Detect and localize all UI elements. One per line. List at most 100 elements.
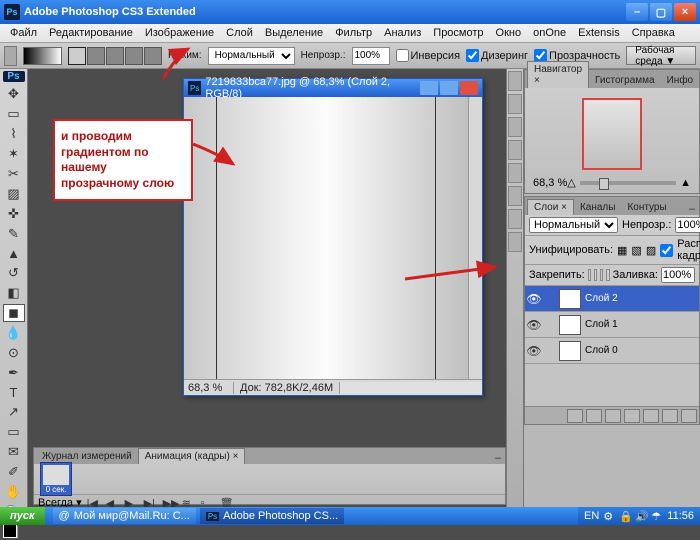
move-tool[interactable]: ✥ <box>3 85 25 103</box>
menu-onone[interactable]: onOne <box>527 27 572 39</box>
dock-icon[interactable] <box>508 232 522 252</box>
eraser-tool[interactable]: ◧ <box>3 284 25 302</box>
lang-indicator[interactable]: EN <box>584 510 599 522</box>
layer-style-button[interactable] <box>586 409 602 423</box>
nav-zoom-in[interactable]: ▲ <box>680 177 691 189</box>
crop-tool[interactable]: ✂ <box>3 165 25 183</box>
tab-animation[interactable]: Анимация (кадры) × <box>138 448 246 464</box>
tray-icon[interactable]: 🔊 <box>635 510 647 522</box>
lasso-tool[interactable]: ⌇ <box>3 125 25 143</box>
gradient-radial[interactable] <box>87 47 105 65</box>
type-tool[interactable]: T <box>3 384 25 401</box>
document-canvas[interactable] <box>184 97 468 379</box>
tray-icon[interactable]: ⚙ <box>603 510 615 522</box>
shape-tool[interactable]: ▭ <box>3 423 25 441</box>
dock-icon[interactable] <box>508 117 522 137</box>
layers-collapse[interactable]: – <box>685 203 699 215</box>
menu-analysis[interactable]: Анализ <box>378 27 427 39</box>
menu-window[interactable]: Окно <box>490 27 528 39</box>
menu-help[interactable]: Справка <box>626 27 681 39</box>
gradient-tool[interactable]: ◼ <box>3 304 25 322</box>
dock-icon[interactable] <box>508 209 522 229</box>
layer-thumb[interactable] <box>559 341 581 361</box>
dock-icon[interactable] <box>508 186 522 206</box>
layer-thumb[interactable] <box>559 315 581 335</box>
doc-minimize[interactable] <box>420 81 438 95</box>
lock-all-icon[interactable] <box>606 269 609 281</box>
invert-checkbox[interactable]: Инверсия <box>396 49 461 62</box>
delete-layer-button[interactable] <box>681 409 697 423</box>
opacity-input[interactable] <box>352 47 390 65</box>
slice-tool[interactable]: ▨ <box>3 185 25 203</box>
menu-filter[interactable]: Фильтр <box>329 27 378 39</box>
tab-navigator[interactable]: Навигатор × <box>527 61 589 88</box>
tab-layers[interactable]: Слои × <box>527 199 574 215</box>
tab-paths[interactable]: Контуры <box>621 200 672 215</box>
dock-icon[interactable] <box>508 140 522 160</box>
animation-frame-1[interactable]: 0 сек. <box>40 462 72 496</box>
layer-name[interactable]: Слой 2 <box>585 293 618 304</box>
document-window[interactable]: Ps 7219833bca77.jpg @ 68,3% (Слой 2, RGB… <box>183 78 483 396</box>
dock-icon[interactable] <box>508 94 522 114</box>
dodge-tool[interactable]: ⊙ <box>3 344 25 362</box>
visibility-icon[interactable]: 👁 <box>525 344 543 358</box>
layer-name[interactable]: Слой 0 <box>585 345 618 356</box>
menu-extensis[interactable]: Extensis <box>572 27 626 39</box>
layer-row[interactable]: 👁 Слой 1 <box>525 312 699 338</box>
scrollbar-vertical[interactable] <box>468 97 482 379</box>
fill-input[interactable] <box>661 267 695 283</box>
adjustment-layer-button[interactable] <box>624 409 640 423</box>
status-zoom[interactable]: 68,3 % <box>184 382 234 394</box>
menu-view[interactable]: Просмотр <box>427 27 489 39</box>
unify-icon[interactable]: ▦ <box>617 244 627 257</box>
clock[interactable]: 11:56 <box>667 510 694 522</box>
dock-icon[interactable] <box>508 163 522 183</box>
layer-row[interactable]: 👁 Слой 2 <box>525 286 699 312</box>
document-titlebar[interactable]: Ps 7219833bca77.jpg @ 68,3% (Слой 2, RGB… <box>184 79 482 97</box>
menu-edit[interactable]: Редактирование <box>43 27 139 39</box>
wand-tool[interactable]: ✶ <box>3 145 25 163</box>
visibility-icon[interactable]: 👁 <box>525 292 543 306</box>
anim-collapse[interactable]: – <box>491 452 505 464</box>
brush-tool[interactable]: ✎ <box>3 225 25 243</box>
dock-icon[interactable] <box>508 71 522 91</box>
taskbar-item[interactable]: PsAdobe Photoshop CS... <box>200 508 344 524</box>
history-brush-tool[interactable]: ↺ <box>3 264 25 282</box>
lock-position-icon[interactable] <box>600 269 603 281</box>
notes-tool[interactable]: ✉ <box>3 443 25 461</box>
tab-histogram[interactable]: Гистограмма <box>589 73 661 88</box>
nav-zoom-out[interactable]: △ <box>567 176 575 189</box>
nav-zoom-value[interactable]: 68,3 % <box>533 177 567 189</box>
layer-thumb[interactable] <box>559 289 581 309</box>
maximize-button[interactable]: ▢ <box>650 3 672 21</box>
pen-tool[interactable]: ✒ <box>3 364 25 382</box>
layer-name[interactable]: Слой 1 <box>585 319 618 330</box>
start-button[interactable]: пуск <box>0 507 45 525</box>
unify-icon[interactable]: ▨ <box>646 244 656 257</box>
blur-tool[interactable]: 💧 <box>3 324 25 342</box>
path-tool[interactable]: ↗ <box>3 403 25 421</box>
frame-delay[interactable]: 0 сек. <box>46 485 67 494</box>
blend-mode-select[interactable]: Нормальный <box>529 217 618 233</box>
propagate-checkbox[interactable] <box>660 244 673 257</box>
doc-close[interactable] <box>460 81 478 95</box>
layer-opacity-input[interactable] <box>675 217 700 233</box>
gradient-reflected[interactable] <box>125 47 143 65</box>
layer-row[interactable]: 👁 Слой 0 <box>525 338 699 364</box>
marquee-tool[interactable]: ▭ <box>3 105 25 123</box>
layer-mask-button[interactable] <box>605 409 621 423</box>
mode-select[interactable]: Нормальный <box>208 47 295 65</box>
nav-zoom-slider[interactable] <box>580 181 676 185</box>
link-layers-button[interactable] <box>567 409 583 423</box>
group-button[interactable] <box>643 409 659 423</box>
new-layer-button[interactable] <box>662 409 678 423</box>
unify-icon[interactable]: ▧ <box>631 244 641 257</box>
taskbar-item[interactable]: @Мой мир@Mail.Ru: С... <box>53 508 196 524</box>
minimize-button[interactable]: – <box>626 3 648 21</box>
hand-tool[interactable]: ✋ <box>3 483 25 501</box>
tab-info[interactable]: Инфо <box>661 73 700 88</box>
menu-file[interactable]: Файл <box>4 27 43 39</box>
doc-maximize[interactable] <box>440 81 458 95</box>
menu-select[interactable]: Выделение <box>259 27 329 39</box>
gradient-linear[interactable] <box>68 47 86 65</box>
